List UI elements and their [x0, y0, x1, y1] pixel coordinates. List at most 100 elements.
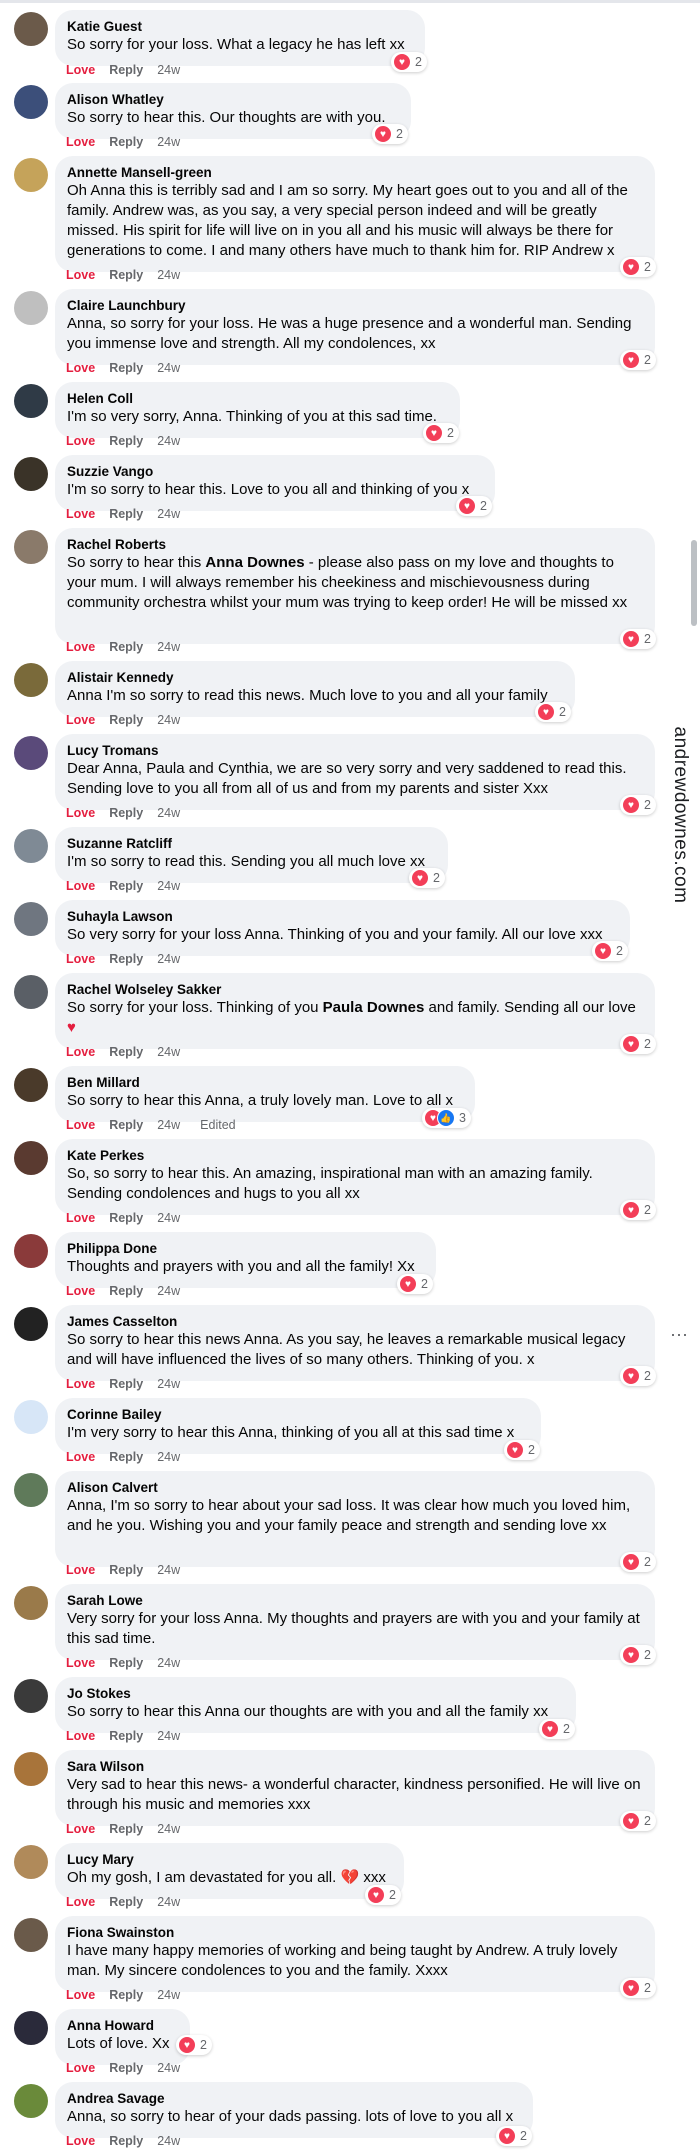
comment-timestamp[interactable]: 24w: [157, 640, 180, 654]
avatar[interactable]: [14, 736, 48, 770]
comment-author[interactable]: Lucy Mary: [67, 1851, 392, 1868]
love-button[interactable]: Love: [66, 879, 95, 893]
love-button[interactable]: Love: [66, 1656, 95, 1670]
comment-author[interactable]: Alison Calvert: [67, 1479, 643, 1496]
comment-timestamp[interactable]: 24w: [157, 1118, 180, 1132]
more-horizontal-icon[interactable]: ⋯: [670, 1325, 688, 1346]
comment-author[interactable]: Sara Wilson: [67, 1758, 643, 1775]
comment-timestamp[interactable]: 24w: [157, 1822, 180, 1836]
reaction-summary[interactable]: ♥ 2: [620, 795, 656, 815]
love-button[interactable]: Love: [66, 1377, 95, 1391]
reply-button[interactable]: Reply: [109, 1895, 143, 1909]
love-button[interactable]: Love: [66, 1045, 95, 1059]
love-button[interactable]: Love: [66, 1729, 95, 1743]
reply-button[interactable]: Reply: [109, 713, 143, 727]
comment-author[interactable]: Kate Perkes: [67, 1147, 643, 1164]
avatar[interactable]: [14, 1068, 48, 1102]
love-button[interactable]: Love: [66, 1563, 95, 1577]
comment-author[interactable]: Lucy Tromans: [67, 742, 643, 759]
reply-button[interactable]: Reply: [109, 2134, 143, 2148]
love-button[interactable]: Love: [66, 640, 95, 654]
comment-author[interactable]: Helen Coll: [67, 390, 448, 407]
avatar[interactable]: [14, 1141, 48, 1175]
reaction-summary[interactable]: ♥ 2: [620, 1645, 656, 1665]
reaction-summary[interactable]: ♥ 2: [391, 52, 427, 72]
avatar[interactable]: [14, 1307, 48, 1341]
reaction-summary[interactable]: ♥ 2: [176, 2035, 212, 2055]
reply-button[interactable]: Reply: [109, 361, 143, 375]
avatar[interactable]: [14, 1586, 48, 1620]
comment-timestamp[interactable]: 24w: [157, 713, 180, 727]
reaction-summary[interactable]: ♥ 2: [620, 1811, 656, 1831]
avatar[interactable]: [14, 2084, 48, 2118]
love-button[interactable]: Love: [66, 361, 95, 375]
reaction-summary[interactable]: ♥ 2: [620, 1978, 656, 1998]
reply-button[interactable]: Reply: [109, 1450, 143, 1464]
reaction-summary[interactable]: ♥ 2: [620, 629, 656, 649]
comment-author[interactable]: Anna Howard: [67, 2017, 178, 2034]
comment-author[interactable]: Katie Guest: [67, 18, 413, 35]
love-button[interactable]: Love: [66, 806, 95, 820]
reaction-summary[interactable]: ♥ 2: [620, 1200, 656, 1220]
reply-button[interactable]: Reply: [109, 135, 143, 149]
reaction-summary[interactable]: ♥ 2: [539, 1719, 575, 1739]
reply-button[interactable]: Reply: [109, 507, 143, 521]
scrollbar-thumb[interactable]: [691, 540, 697, 626]
reply-button[interactable]: Reply: [109, 63, 143, 77]
love-button[interactable]: Love: [66, 713, 95, 727]
love-button[interactable]: Love: [66, 1118, 95, 1132]
reaction-summary[interactable]: ♥ 2: [620, 257, 656, 277]
reaction-summary[interactable]: ♥ 2: [365, 1885, 401, 1905]
comment-timestamp[interactable]: 24w: [157, 1211, 180, 1225]
avatar[interactable]: [14, 457, 48, 491]
comment-timestamp[interactable]: 24w: [157, 952, 180, 966]
love-button[interactable]: Love: [66, 507, 95, 521]
avatar[interactable]: [14, 902, 48, 936]
reply-button[interactable]: Reply: [109, 1656, 143, 1670]
reply-button[interactable]: Reply: [109, 1377, 143, 1391]
comment-timestamp[interactable]: 24w: [157, 434, 180, 448]
avatar[interactable]: [14, 1752, 48, 1786]
reply-button[interactable]: Reply: [109, 1284, 143, 1298]
love-button[interactable]: Love: [66, 135, 95, 149]
love-button[interactable]: Love: [66, 2134, 95, 2148]
reaction-summary[interactable]: ♥ 2: [620, 350, 656, 370]
reply-button[interactable]: Reply: [109, 640, 143, 654]
avatar[interactable]: [14, 384, 48, 418]
reaction-summary[interactable]: ♥ 2: [620, 1552, 656, 1572]
comment-author[interactable]: Claire Launchbury: [67, 297, 643, 314]
avatar[interactable]: [14, 2011, 48, 2045]
comment-timestamp[interactable]: 24w: [157, 806, 180, 820]
comment-author[interactable]: Jo Stokes: [67, 1685, 564, 1702]
comment-timestamp[interactable]: 24w: [157, 135, 180, 149]
avatar[interactable]: [14, 1845, 48, 1879]
avatar[interactable]: [14, 1473, 48, 1507]
comment-timestamp[interactable]: 24w: [157, 361, 180, 375]
reply-button[interactable]: Reply: [109, 434, 143, 448]
reply-button[interactable]: Reply: [109, 806, 143, 820]
love-button[interactable]: Love: [66, 952, 95, 966]
reaction-summary[interactable]: ♥ 2: [592, 941, 628, 961]
comment-author[interactable]: Fiona Swainston: [67, 1924, 643, 1941]
comment-author[interactable]: Andrea Savage: [67, 2090, 521, 2107]
comment-timestamp[interactable]: 24w: [157, 268, 180, 282]
reaction-summary[interactable]: ♥ 2: [535, 702, 571, 722]
reaction-summary[interactable]: ♥ 2: [397, 1274, 433, 1294]
comment-author[interactable]: Rachel Roberts: [67, 536, 643, 553]
reply-button[interactable]: Reply: [109, 1118, 143, 1132]
avatar[interactable]: [14, 530, 48, 564]
comment-author[interactable]: Alistair Kennedy: [67, 669, 563, 686]
reply-button[interactable]: Reply: [109, 1563, 143, 1577]
comment-author[interactable]: Suzanne Ratcliff: [67, 835, 436, 852]
reaction-summary[interactable]: ♥ 2: [620, 1366, 656, 1386]
comment-author[interactable]: Ben Millard: [67, 1074, 463, 1091]
avatar[interactable]: [14, 975, 48, 1009]
reaction-summary[interactable]: ♥ 2: [496, 2126, 532, 2146]
love-button[interactable]: Love: [66, 1895, 95, 1909]
love-button[interactable]: Love: [66, 1822, 95, 1836]
reaction-summary[interactable]: ♥ 👍 3: [422, 1108, 471, 1128]
reply-button[interactable]: Reply: [109, 1988, 143, 2002]
reaction-summary[interactable]: ♥ 2: [423, 423, 459, 443]
comment-author[interactable]: Philippa Done: [67, 1240, 424, 1257]
reaction-summary[interactable]: ♥ 2: [409, 868, 445, 888]
